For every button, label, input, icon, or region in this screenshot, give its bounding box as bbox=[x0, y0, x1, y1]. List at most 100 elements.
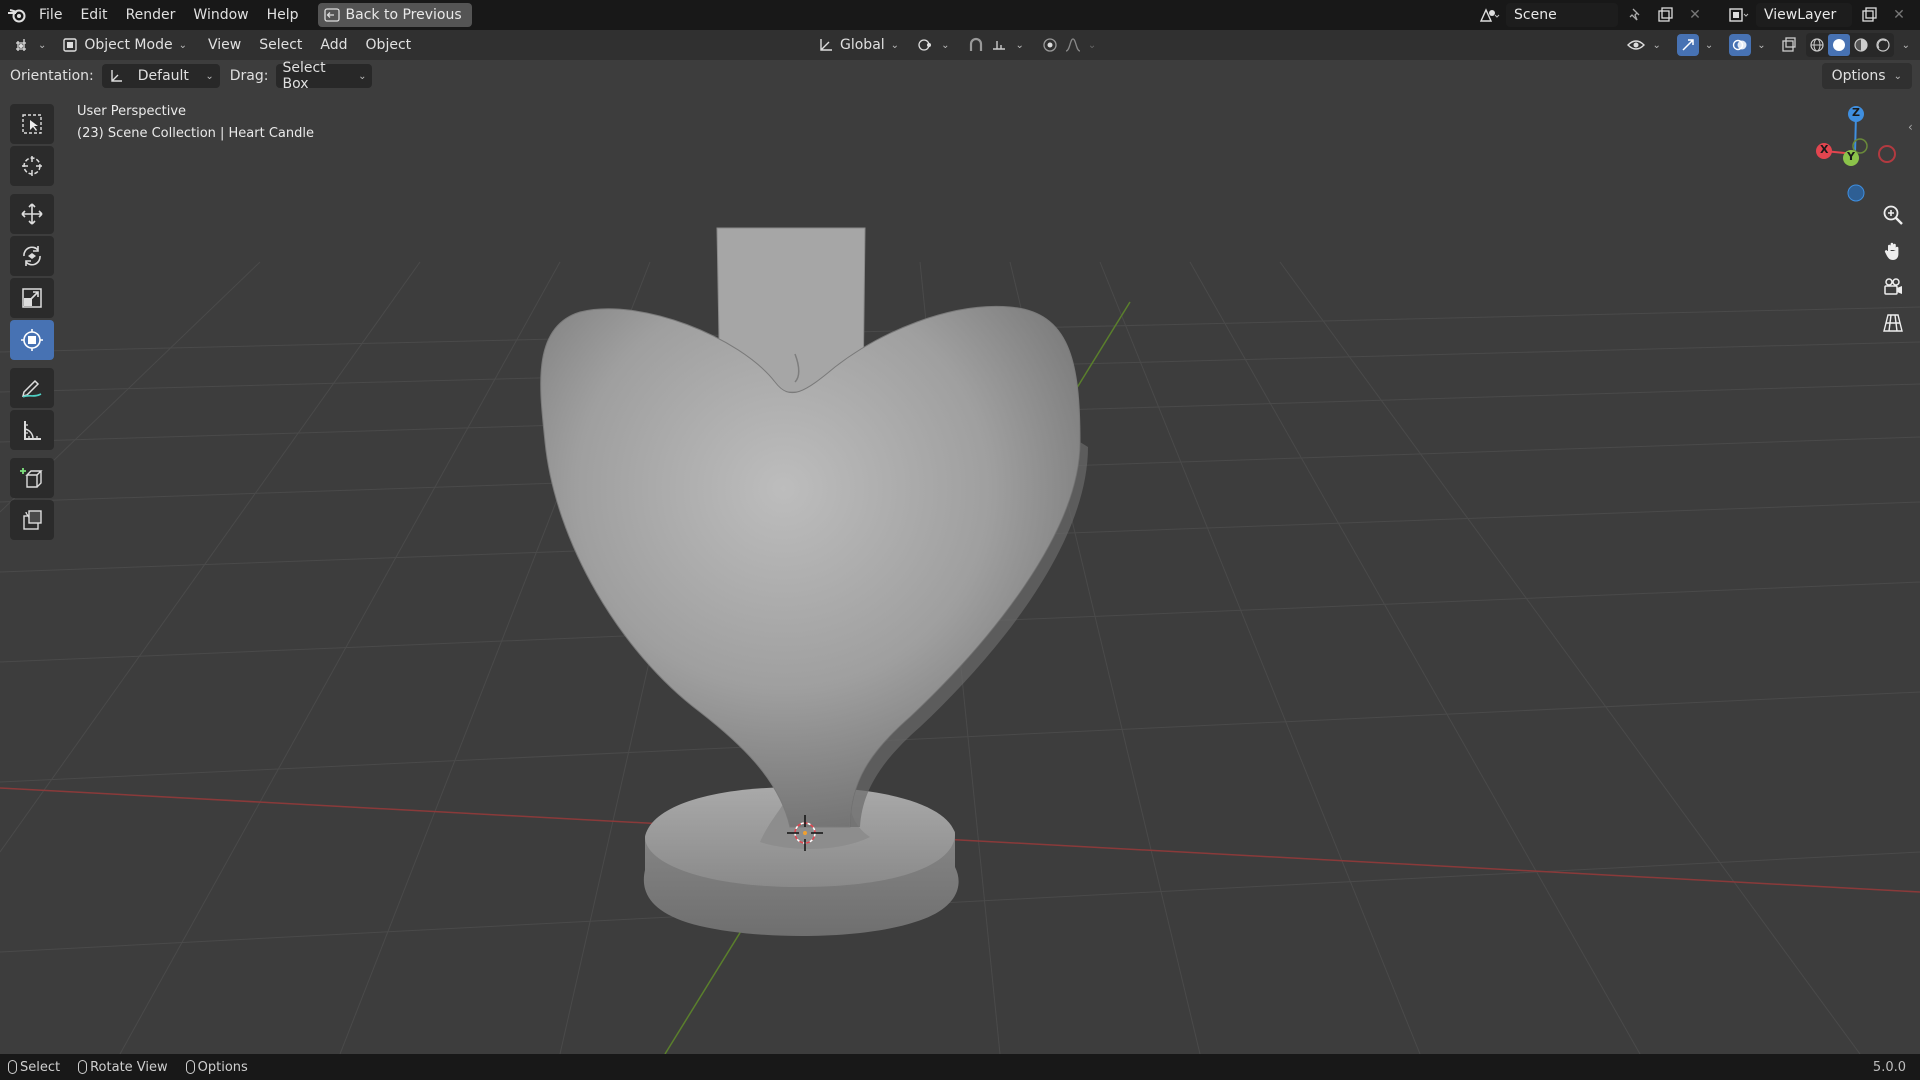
back-icon bbox=[323, 8, 340, 22]
zoom-icon[interactable] bbox=[1878, 200, 1908, 230]
rotate-tool[interactable] bbox=[10, 236, 54, 276]
wireframe-shading-icon[interactable] bbox=[1806, 33, 1828, 57]
xray-toggle-icon[interactable] bbox=[1776, 33, 1802, 57]
chevron-down-icon: ⌄ bbox=[1087, 39, 1097, 51]
status-select-label: Select bbox=[20, 1059, 61, 1075]
top-bar: File Edit Render Window Help Back to Pre… bbox=[0, 0, 1920, 30]
annotate-icon bbox=[21, 379, 42, 398]
transform-orientation-label: Global bbox=[840, 37, 885, 53]
3d-viewport-icon bbox=[16, 39, 26, 51]
scale-tool[interactable] bbox=[10, 278, 54, 318]
drag-dropdown[interactable]: Select Box ⌄ bbox=[276, 60, 373, 92]
object-mode-icon bbox=[63, 38, 78, 52]
chevron-down-icon: ⌄ bbox=[178, 39, 187, 51]
move-tool[interactable] bbox=[10, 194, 54, 234]
mouse-left-icon bbox=[8, 1060, 17, 1074]
magnet-icon bbox=[970, 37, 983, 51]
select-box-tool[interactable] bbox=[10, 104, 54, 144]
new-view-layer-icon[interactable] bbox=[1856, 3, 1882, 27]
scene-selector-icon[interactable] bbox=[1476, 3, 1502, 27]
menu-edit[interactable]: Edit bbox=[71, 0, 116, 30]
editor-type-dropdown[interactable]: ⌄ bbox=[8, 33, 52, 57]
delete-view-layer-icon[interactable]: ✕ bbox=[1886, 3, 1912, 27]
scene-name-field[interactable]: Scene bbox=[1506, 3, 1618, 27]
options-dropdown[interactable]: Options ⌄ bbox=[1821, 63, 1912, 89]
transform-tool[interactable] bbox=[10, 320, 54, 360]
gizmo-icon bbox=[1676, 34, 1699, 56]
view-layer-field[interactable]: ViewLayer bbox=[1756, 3, 1852, 27]
proportional-edit-icon bbox=[1043, 38, 1057, 52]
material-shading-icon[interactable] bbox=[1850, 33, 1872, 57]
view-layer-icon[interactable] bbox=[1726, 3, 1752, 27]
status-rotate-view: Rotate View bbox=[78, 1060, 168, 1075]
perspective-toggle-icon[interactable] bbox=[1878, 308, 1908, 338]
overlays-toggle[interactable]: ⌄ bbox=[1723, 33, 1771, 57]
pivot-icon bbox=[918, 39, 932, 51]
gizmo-neg-z bbox=[1847, 184, 1865, 202]
object-mode-dropdown[interactable]: Object Mode ⌄ bbox=[56, 33, 193, 57]
drag-value: Select Box bbox=[282, 60, 326, 92]
visibility-dropdown[interactable]: ⌄ bbox=[1620, 33, 1666, 57]
pivot-point-dropdown[interactable]: ⌄ bbox=[911, 33, 955, 57]
chevron-down-icon: ⌄ bbox=[205, 70, 214, 82]
transform-orientation-dropdown[interactable]: Global ⌄ bbox=[812, 33, 905, 57]
orientation-icon bbox=[820, 39, 832, 51]
gizmo-toggle[interactable]: ⌄ bbox=[1671, 33, 1719, 57]
overlays-icon bbox=[1729, 34, 1752, 56]
back-button-label: Back to Previous bbox=[345, 7, 462, 23]
navigation-gizmo[interactable]: X Z Y bbox=[1802, 100, 1912, 210]
delete-scene-icon[interactable]: ✕ bbox=[1682, 3, 1708, 27]
menu-view[interactable]: View bbox=[199, 30, 250, 60]
extrude-tool[interactable] bbox=[10, 500, 54, 540]
menu-file[interactable]: File bbox=[30, 0, 71, 30]
shading-options-chevron-icon[interactable]: ⌄ bbox=[1902, 40, 1910, 51]
chevron-down-icon: ⌄ bbox=[1757, 39, 1766, 51]
rendered-shading-icon[interactable] bbox=[1872, 33, 1894, 57]
select-box-icon bbox=[22, 114, 42, 134]
menu-help[interactable]: Help bbox=[258, 0, 308, 30]
camera-view-icon[interactable] bbox=[1878, 272, 1908, 302]
status-bar: Select Rotate View Options 5.0.0 bbox=[0, 1054, 1920, 1080]
gizmo-z-label: Z bbox=[1852, 106, 1860, 119]
back-to-previous-button[interactable]: Back to Previous bbox=[317, 3, 472, 27]
mouse-middle-icon bbox=[78, 1060, 88, 1074]
measure-tool[interactable] bbox=[10, 410, 54, 450]
orientation-value: Default bbox=[137, 68, 189, 84]
transform-icon bbox=[21, 329, 43, 351]
status-options-label: Options bbox=[197, 1059, 248, 1075]
chevron-down-icon: ⌄ bbox=[1015, 39, 1024, 51]
pin-icon[interactable] bbox=[1622, 3, 1648, 27]
menu-select[interactable]: Select bbox=[250, 30, 311, 60]
orientation-axes-icon bbox=[111, 70, 122, 82]
options-label: Options bbox=[1831, 68, 1886, 84]
orientation-dropdown[interactable]: Default ⌄ bbox=[101, 64, 220, 88]
chevron-down-icon: ⌄ bbox=[358, 70, 367, 82]
solid-shading-icon[interactable] bbox=[1827, 34, 1850, 56]
chevron-down-icon: ⌄ bbox=[1704, 39, 1714, 51]
menu-window[interactable]: Window bbox=[184, 0, 257, 30]
chevron-down-icon: ⌄ bbox=[941, 39, 950, 51]
proportional-edit-toggle[interactable]: ⌄ bbox=[1036, 33, 1102, 57]
orientation-label: Orientation: bbox=[10, 68, 94, 84]
falloff-icon bbox=[1065, 38, 1081, 52]
gizmo-x-label: X bbox=[1820, 143, 1829, 156]
menu-object[interactable]: Object bbox=[357, 30, 421, 60]
chevron-down-icon: ⌄ bbox=[38, 39, 47, 51]
annotate-tool[interactable] bbox=[10, 368, 54, 408]
snap-toggle[interactable]: ⌄ bbox=[961, 33, 1029, 57]
measure-icon bbox=[24, 421, 41, 440]
menu-add[interactable]: Add bbox=[311, 30, 356, 60]
viewport-canvas bbox=[0, 92, 1920, 1054]
chevron-down-icon: ⌄ bbox=[890, 39, 900, 51]
cursor-tool[interactable] bbox=[10, 146, 54, 186]
viewport-header: ⌄ Object Mode ⌄ View Select Add Object G… bbox=[0, 30, 1920, 60]
blender-logo-icon[interactable] bbox=[4, 3, 30, 27]
perspective-label: User Perspective bbox=[77, 104, 187, 119]
new-scene-icon[interactable] bbox=[1652, 3, 1678, 27]
menu-render[interactable]: Render bbox=[117, 0, 185, 30]
sidebar-toggle-icon[interactable]: ‹ bbox=[1908, 120, 1920, 138]
scene-name: Scene bbox=[1514, 7, 1557, 23]
pan-hand-icon[interactable] bbox=[1878, 236, 1908, 266]
3d-viewport[interactable]: User Perspective (23) Scene Collection |… bbox=[0, 92, 1920, 1054]
add-cube-tool[interactable] bbox=[10, 458, 54, 498]
